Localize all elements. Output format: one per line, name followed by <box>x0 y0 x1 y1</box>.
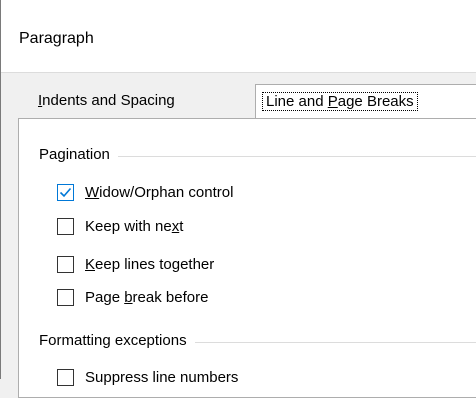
tab-line-and-page-breaks[interactable]: Line and Page Breaks <box>255 84 476 118</box>
checkbox-label: Keep with next <box>85 218 184 235</box>
checkbox-label: Page break before <box>85 289 209 306</box>
tab-linebreaks-label-post: age Breaks <box>337 93 414 110</box>
dialog-titlebar: Paragraph <box>1 0 476 73</box>
tab-linebreaks-mnemonic: P <box>327 93 338 110</box>
tab-indents-label-post: ndents and Spacing <box>42 92 175 109</box>
paragraph-dialog: Paragraph Indents and Spacing Line and P… <box>0 0 476 398</box>
checkbox-box <box>57 256 74 273</box>
tab-focus-rect: Line and Page Breaks <box>262 92 418 111</box>
formatting-group-title: Formatting exceptions <box>39 332 195 349</box>
checkbox-label: Keep lines together <box>85 256 215 273</box>
checkbox-box <box>57 369 74 386</box>
checkmark-icon <box>59 187 72 198</box>
checkbox-box <box>57 218 74 235</box>
dialog-title: Paragraph <box>19 30 94 47</box>
checkbox-box <box>57 184 74 201</box>
checkbox-label: Suppress line numbers <box>85 369 239 386</box>
tab-linebreaks-label-pre: Line and <box>266 93 328 110</box>
checkbox-label: Widow/Orphan control <box>85 184 234 201</box>
checkbox-box <box>57 289 74 306</box>
tab-indents-and-spacing[interactable]: Indents and Spacing <box>30 87 183 115</box>
pagination-group-title: Pagination <box>39 146 118 163</box>
